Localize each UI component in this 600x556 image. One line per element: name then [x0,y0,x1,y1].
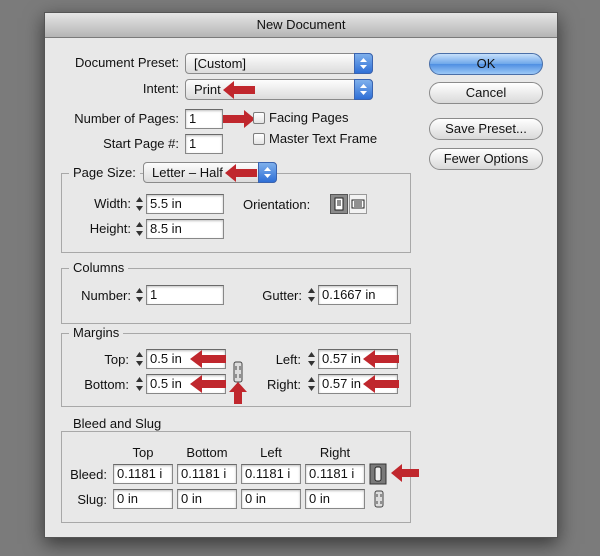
width-input[interactable]: 5.5 in [146,194,224,214]
number-of-pages-input[interactable]: 1 [185,109,223,129]
intent-select[interactable]: Print [185,79,373,100]
annotation-arrow-icon [223,110,255,128]
spin-arrows-icon[interactable] [135,374,144,394]
bleed-col-right: Right [319,445,351,460]
margin-bottom-label: Bottom: [84,377,129,392]
margins-title: Margins [69,325,124,340]
page-size-value: Letter – Half [152,165,223,180]
page-size-label: Page Size: [69,165,140,180]
facing-pages-checkbox[interactable] [253,112,265,124]
bleed-left-input[interactable]: 0.1181 i [241,464,301,484]
landscape-button[interactable] [349,194,367,214]
chevron-updown-icon [354,53,373,74]
fewer-options-button[interactable]: Fewer Options [429,148,543,170]
bleed-col-top: Top [132,445,154,460]
spin-arrows-icon[interactable] [135,349,144,369]
start-page-input[interactable]: 1 [185,134,223,154]
bleed-top-input[interactable]: 0.1181 i [113,464,173,484]
height-label: Height: [89,221,131,236]
ok-button[interactable]: OK [429,53,543,75]
master-text-frame-checkbox[interactable] [253,133,265,145]
save-preset-button[interactable]: Save Preset... [429,118,543,140]
spin-arrows-icon[interactable] [307,285,316,305]
portrait-icon [334,197,344,211]
chain-link-icon[interactable] [372,490,386,508]
bleed-col-left: Left [260,445,282,460]
annotation-arrow-icon [225,164,257,182]
annotation-arrow-icon [391,464,419,482]
spin-arrows-icon[interactable] [307,349,316,369]
columns-number-label: Number: [81,288,131,303]
spin-arrows-icon[interactable] [307,374,316,394]
facing-pages-label: Facing Pages [269,110,349,125]
chevron-updown-icon [354,79,373,100]
cancel-button[interactable]: Cancel [429,82,543,104]
bleed-slug-title: Bleed and Slug [69,416,166,431]
bleed-bottom-input[interactable]: 0.1181 i [177,464,237,484]
intent-value: Print [194,82,221,97]
height-input[interactable]: 8.5 in [146,219,224,239]
document-preset-label: Document Preset: [74,55,179,70]
chevron-updown-icon [258,162,277,183]
number-of-pages-label: Number of Pages: [74,111,179,126]
columns-title: Columns [69,260,129,275]
document-preset-value: [Custom] [194,56,247,71]
width-label: Width: [94,196,131,211]
bleed-right-input[interactable]: 0.1181 i [305,464,365,484]
landscape-icon [351,199,365,209]
master-text-frame-label: Master Text Frame [269,131,378,146]
start-page-label: Start Page #: [103,136,179,151]
margin-top-label: Top: [104,352,129,367]
chain-link-icon[interactable] [369,463,387,485]
spin-arrows-icon[interactable] [135,219,144,239]
slug-label: Slug: [77,492,107,507]
annotation-arrow-icon [223,81,255,99]
annotation-arrow-icon [190,375,226,393]
bleed-col-bottom: Bottom [186,445,228,460]
intent-label: Intent: [142,81,179,96]
annotation-arrow-icon [363,350,399,368]
gutter-label: Gutter: [262,288,302,303]
spin-arrows-icon[interactable] [135,285,144,305]
columns-number-input[interactable]: 1 [146,285,224,305]
bleed-label: Bleed: [70,467,107,482]
annotation-arrow-icon [190,350,226,368]
margin-left-label: Left: [275,352,301,367]
document-preset-select[interactable]: [Custom] [185,53,373,74]
slug-right-input[interactable]: 0 in [305,489,365,509]
slug-bottom-input[interactable]: 0 in [177,489,237,509]
new-document-dialog: New Document Document Preset: [Custom] I… [44,12,558,538]
chain-link-icon[interactable] [231,361,245,383]
portrait-button[interactable] [330,194,348,214]
margin-right-label: Right: [267,377,301,392]
slug-top-input[interactable]: 0 in [113,489,173,509]
gutter-input[interactable]: 0.1667 in [318,285,398,305]
dialog-title: New Document [256,17,346,32]
title-bar: New Document [45,13,557,38]
slug-left-input[interactable]: 0 in [241,489,301,509]
spin-arrows-icon[interactable] [135,194,144,214]
orientation-label: Orientation: [243,197,311,212]
annotation-arrow-icon [363,375,399,393]
